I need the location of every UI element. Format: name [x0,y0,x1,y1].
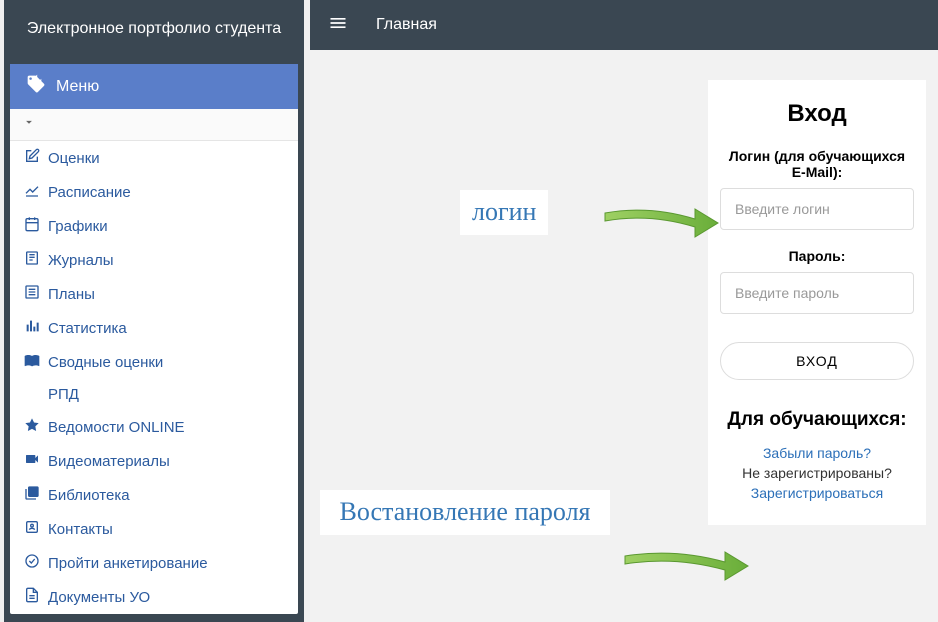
password-input[interactable] [720,272,914,314]
menu-list: Оценки Расписание Графики Журналы Планы … [10,141,298,614]
forgot-password-link[interactable]: Забыли пароль? [720,445,914,461]
main: Главная Вход Логин (для обучающихся E-Ma… [310,0,938,622]
annotation-login: логин [460,190,548,235]
arrow-icon [600,195,720,240]
open-book-icon [24,352,40,372]
login-button[interactable]: ВХОД [720,342,914,380]
sidebar-item-label: Пройти анкетирование [48,555,208,572]
calendar-icon [24,216,40,236]
star-icon [24,417,40,437]
document-icon [24,587,40,607]
sidebar-item-plans[interactable]: Планы [10,277,298,311]
sidebar-item-label: Видеоматериалы [48,453,170,470]
sidebar-item-label: Планы [48,286,95,303]
sidebar-item-documents[interactable]: Документы УО [10,580,298,614]
register-link[interactable]: Зарегистрироваться [720,485,914,501]
annotation-password: Востановление пароля [320,490,610,535]
video-icon [24,451,40,471]
chevron-down-icon [22,116,36,133]
sidebar-item-label: Оценки [48,150,100,167]
stats-icon [24,318,40,338]
topbar: Главная [310,0,938,50]
sidebar-item-rpd[interactable]: РПД [10,379,298,410]
list-icon [24,284,40,304]
sidebar-item-charts[interactable]: Графики [10,209,298,243]
arrow-icon [620,538,750,583]
sidebar-item-schedule[interactable]: Расписание [10,175,298,209]
hamburger-icon[interactable] [328,13,348,38]
login-input[interactable] [720,188,914,230]
sidebar-item-label: РПД [48,386,79,403]
tags-icon [26,74,46,99]
menu-label: Меню [56,78,99,96]
sidebar-item-label: Сводные оценки [48,354,163,371]
password-label: Пароль: [720,248,914,264]
sidebar-item-contacts[interactable]: Контакты [10,512,298,546]
sidebar-item-label: Расписание [48,184,131,201]
page-title: Главная [376,16,437,34]
sidebar-item-label: Библиотека [48,487,130,504]
menu-panel: Меню Оценки Расписание Графики Журналы [10,64,298,614]
sidebar-item-stats[interactable]: Статистика [10,311,298,345]
sidebar-item-video[interactable]: Видеоматериалы [10,444,298,478]
book-icon [24,250,40,270]
sidebar-item-library[interactable]: Библиотека [10,478,298,512]
sidebar: Электронное портфолио студента Меню Оцен… [4,0,304,622]
sidebar-item-grades[interactable]: Оценки [10,141,298,175]
login-heading: Вход [720,100,914,128]
sidebar-item-label: Журналы [48,252,114,269]
sidebar-item-label: Ведомости ONLINE [48,419,185,436]
sidebar-title: Электронное портфолио студента [4,0,304,58]
sidebar-item-label: Статистика [48,320,127,337]
menu-collapse-toggle[interactable] [10,109,298,141]
sidebar-item-journals[interactable]: Журналы [10,243,298,277]
sidebar-item-label: Документы УО [48,589,150,606]
sidebar-item-sheets[interactable]: Ведомости ONLINE [10,410,298,444]
not-registered-text: Не зарегистрированы? [720,465,914,481]
check-icon [24,553,40,573]
login-label: Логин (для обучающихся E-Mail): [720,148,914,180]
login-panel: Вход Логин (для обучающихся E-Mail): Пар… [708,80,926,525]
content: Вход Логин (для обучающихся E-Mail): Пар… [310,50,938,622]
contacts-icon [24,519,40,539]
sidebar-item-survey[interactable]: Пройти анкетирование [10,546,298,580]
students-heading: Для обучающихся: [720,408,914,433]
menu-header[interactable]: Меню [10,64,298,109]
sidebar-item-label: Контакты [48,521,113,538]
chart-icon [24,182,40,202]
edit-icon [24,148,40,168]
sidebar-item-label: Графики [48,218,108,235]
library-icon [24,485,40,505]
sidebar-item-summary-grades[interactable]: Сводные оценки [10,345,298,379]
